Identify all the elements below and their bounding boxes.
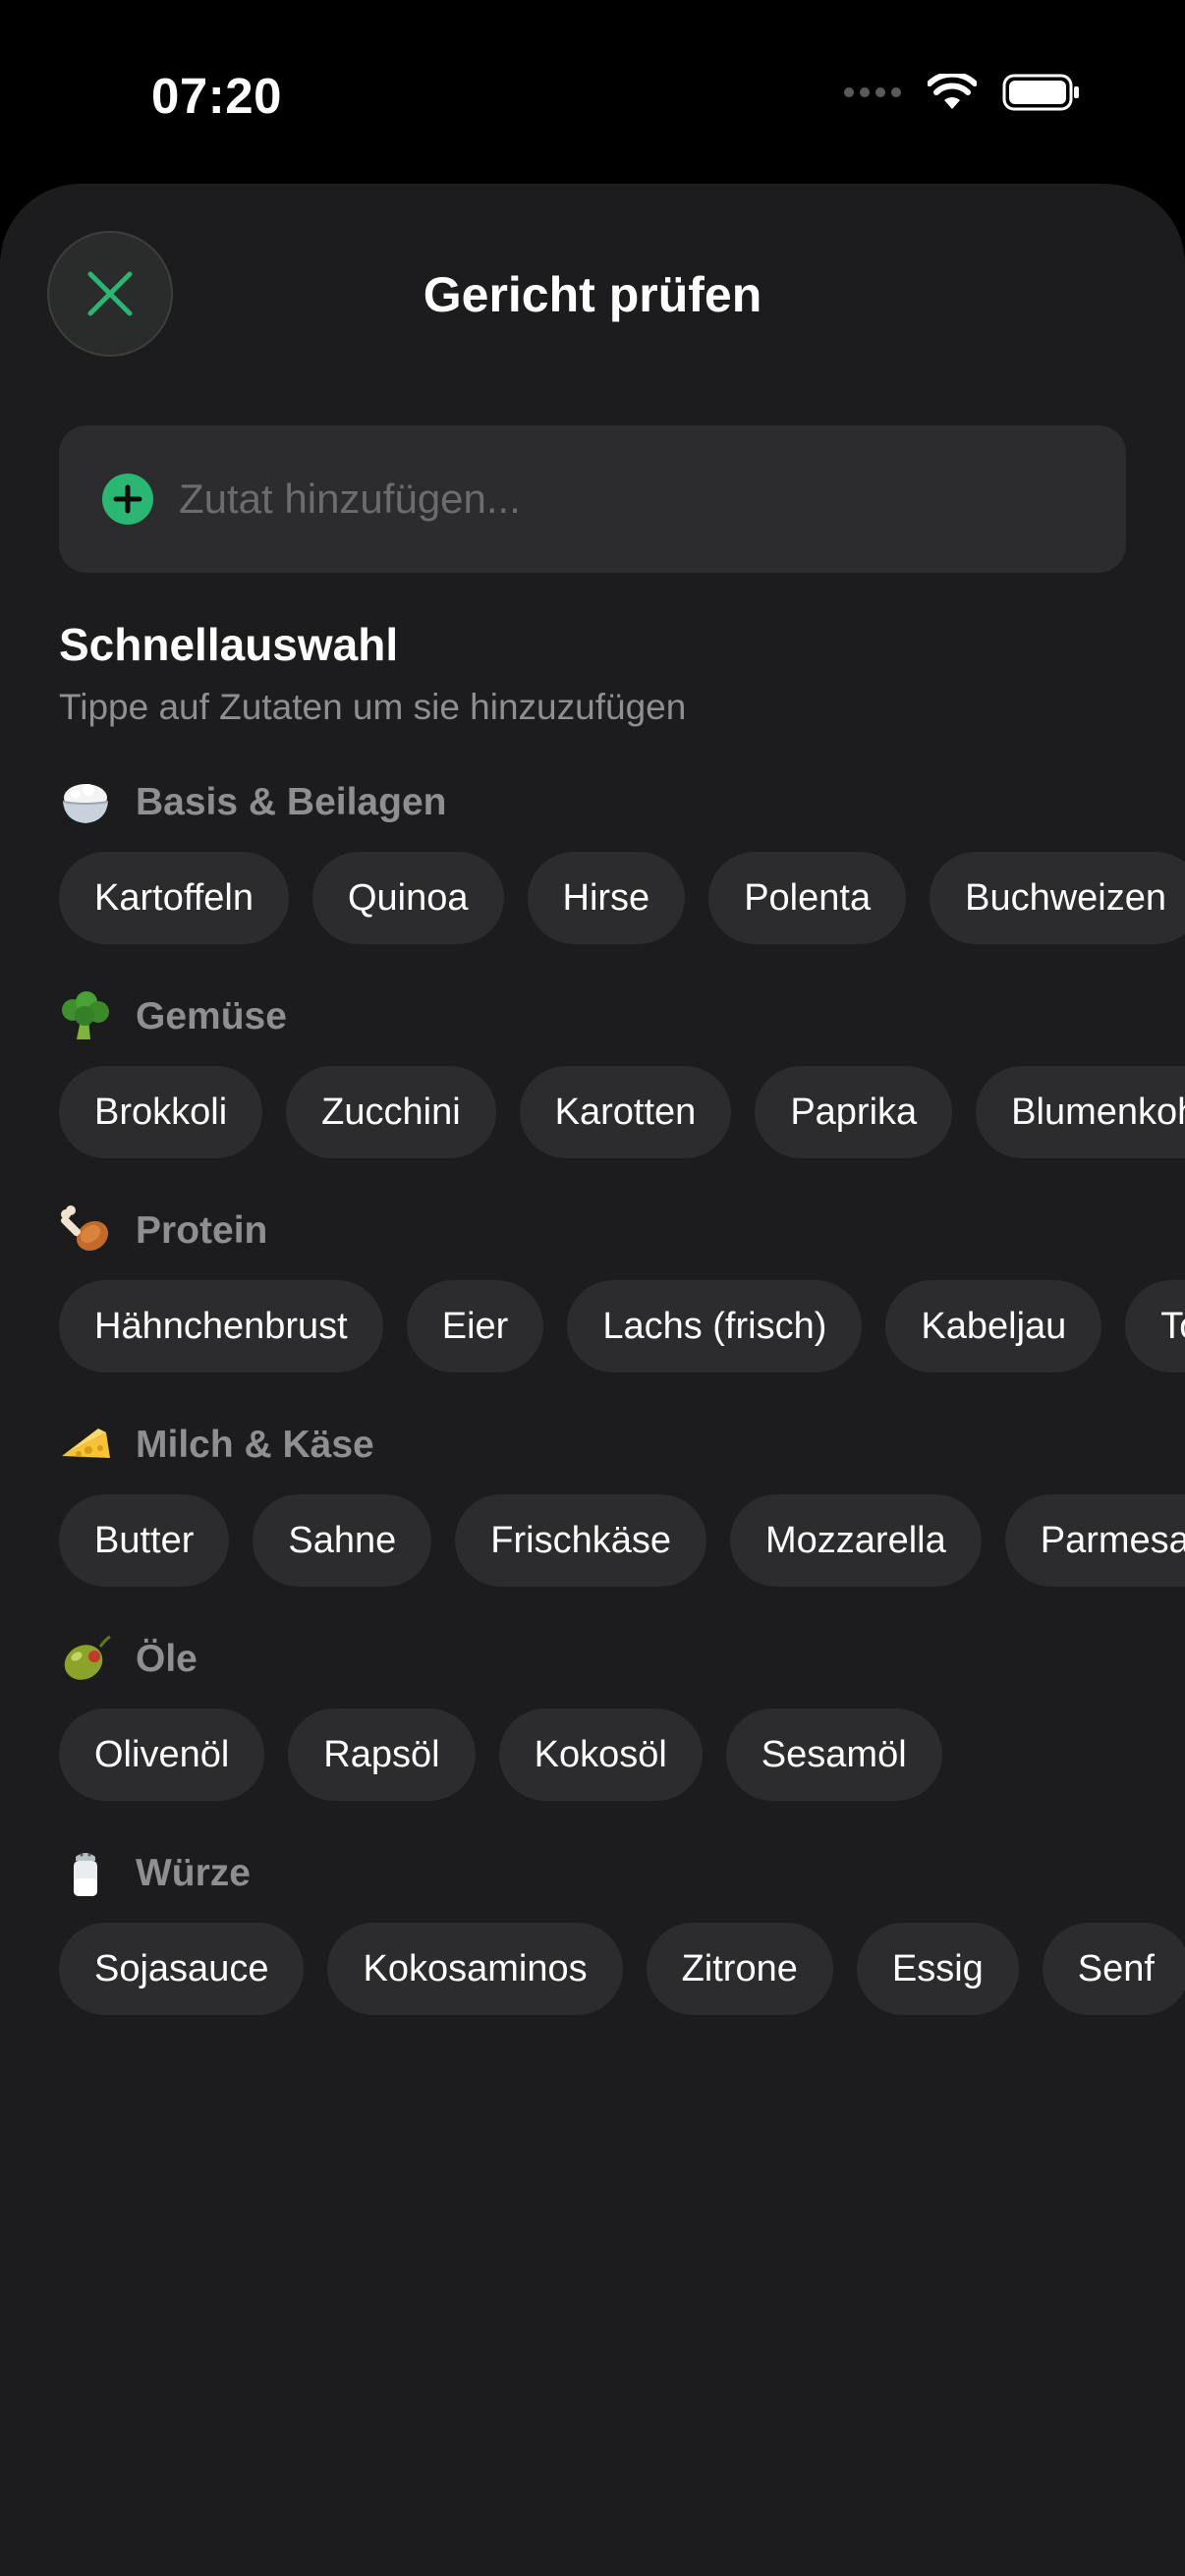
add-ingredient-field[interactable]: [59, 425, 1126, 573]
battery-icon: [1002, 74, 1079, 111]
ingredient-chip[interactable]: Blumenkohl: [976, 1066, 1185, 1158]
category-milch-kaese: Milch & Käse Butter Sahne Frischkäse Moz…: [0, 1416, 1185, 1630]
broccoli-icon: [59, 990, 112, 1043]
ingredient-chip[interactable]: Frischkäse: [455, 1494, 706, 1587]
ingredient-chip[interactable]: Olivenöl: [59, 1708, 265, 1801]
ingredient-categories: Basis & Beilagen Kartoffeln Quinoa Hirse…: [0, 773, 1185, 2058]
ingredient-chip[interactable]: Buchweizen: [930, 852, 1185, 944]
add-ingredient-input[interactable]: [179, 476, 1126, 523]
ingredient-chip[interactable]: Lachs (frisch): [567, 1280, 863, 1372]
chip-row: Hähnchenbrust Eier Lachs (frisch) Kabelj…: [59, 1280, 1185, 1372]
category-protein: Protein Hähnchenbrust Eier Lachs (frisch…: [0, 1202, 1185, 1416]
olive-icon: [59, 1633, 112, 1686]
status-time: 07:20: [151, 68, 282, 124]
ingredient-chip[interactable]: Zitrone: [646, 1923, 833, 2015]
category-name: Gemüse: [136, 995, 287, 1037]
ingredient-chip[interactable]: Brokkoli: [59, 1066, 263, 1158]
category-name: Milch & Käse: [136, 1424, 374, 1466]
wifi-icon: [928, 74, 977, 109]
category-header: Basis & Beilagen: [59, 773, 446, 832]
category-header: Gemüse: [59, 987, 287, 1046]
cheese-icon: [59, 1419, 112, 1472]
category-gemuese: Gemüse Brokkoli Zucchini Karotten Paprik…: [0, 987, 1185, 1202]
chip-row: Sojasauce Kokosaminos Zitrone Essig Senf: [59, 1923, 1185, 2015]
ingredient-chip[interactable]: Quinoa: [311, 852, 504, 944]
quick-select-title: Schnellauswahl: [59, 619, 399, 670]
ingredient-chip[interactable]: Eier: [406, 1280, 544, 1372]
ingredient-chip[interactable]: Kartoffeln: [59, 852, 289, 944]
ingredient-chip[interactable]: Parmesan: [1004, 1494, 1185, 1587]
salt-shaker-icon: [59, 1847, 112, 1900]
chip-row: Kartoffeln Quinoa Hirse Polenta Buchweiz…: [59, 852, 1185, 944]
ingredient-chip[interactable]: Hähnchenbrust: [59, 1280, 383, 1372]
category-header: Milch & Käse: [59, 1416, 374, 1475]
status-bar: 07:20: [0, 0, 1185, 187]
ingredient-chip[interactable]: Tofu: [1125, 1280, 1185, 1372]
quick-select-subtitle: Tippe auf Zutaten um sie hinzuzufügen: [59, 687, 687, 727]
ingredient-chip[interactable]: Kokosaminos: [327, 1923, 623, 2015]
ingredient-chip[interactable]: Sojasauce: [59, 1923, 305, 2015]
cellular-signal-icon: [844, 87, 901, 97]
ingredient-chip[interactable]: Paprika: [755, 1066, 953, 1158]
chip-row: Olivenöl Rapsöl Kokosöl Sesamöl: [59, 1708, 942, 1801]
check-dish-sheet: Gericht prüfen Schnellauswahl Tippe auf …: [0, 184, 1185, 2576]
ingredient-chip[interactable]: Kabeljau: [885, 1280, 1102, 1372]
category-header: Protein: [59, 1202, 267, 1260]
ingredient-chip[interactable]: Hirse: [527, 852, 686, 944]
ingredient-chip[interactable]: Kokosöl: [498, 1708, 703, 1801]
category-name: Öle: [136, 1638, 198, 1680]
category-name: Basis & Beilagen: [136, 781, 447, 823]
ingredient-chip[interactable]: Senf: [1042, 1923, 1185, 2015]
rice-bowl-icon: [59, 776, 112, 829]
ingredient-chip[interactable]: Sesamöl: [725, 1708, 942, 1801]
page-title: Gericht prüfen: [423, 267, 762, 322]
ingredient-chip[interactable]: Butter: [59, 1494, 230, 1587]
poultry-leg-icon: [59, 1204, 112, 1258]
ingredient-chip[interactable]: Essig: [856, 1923, 1019, 2015]
ingredient-chip[interactable]: Zucchini: [286, 1066, 496, 1158]
chip-row: Brokkoli Zucchini Karotten Paprika Blume…: [59, 1066, 1185, 1158]
ingredient-chip[interactable]: Karotten: [519, 1066, 732, 1158]
category-wuerze: Würze Sojasauce Kokosaminos Zitrone Essi…: [0, 1844, 1185, 2058]
category-name: Würze: [136, 1852, 251, 1894]
category-basis-beilagen: Basis & Beilagen Kartoffeln Quinoa Hirse…: [0, 773, 1185, 987]
ingredient-chip[interactable]: Sahne: [253, 1494, 432, 1587]
category-name: Protein: [136, 1209, 268, 1252]
chip-row: Butter Sahne Frischkäse Mozzarella Parme…: [59, 1494, 1185, 1587]
ingredient-chip[interactable]: Rapsöl: [288, 1708, 476, 1801]
category-header: Würze: [59, 1844, 251, 1903]
category-oele: Öle Olivenöl Rapsöl Kokosöl Sesamöl: [0, 1630, 1185, 1844]
category-header: Öle: [59, 1630, 198, 1689]
plus-circle-icon: [102, 474, 153, 525]
ingredient-chip[interactable]: Polenta: [708, 852, 907, 944]
status-icons: [843, 73, 1081, 112]
ingredient-chip[interactable]: Mozzarella: [730, 1494, 982, 1587]
